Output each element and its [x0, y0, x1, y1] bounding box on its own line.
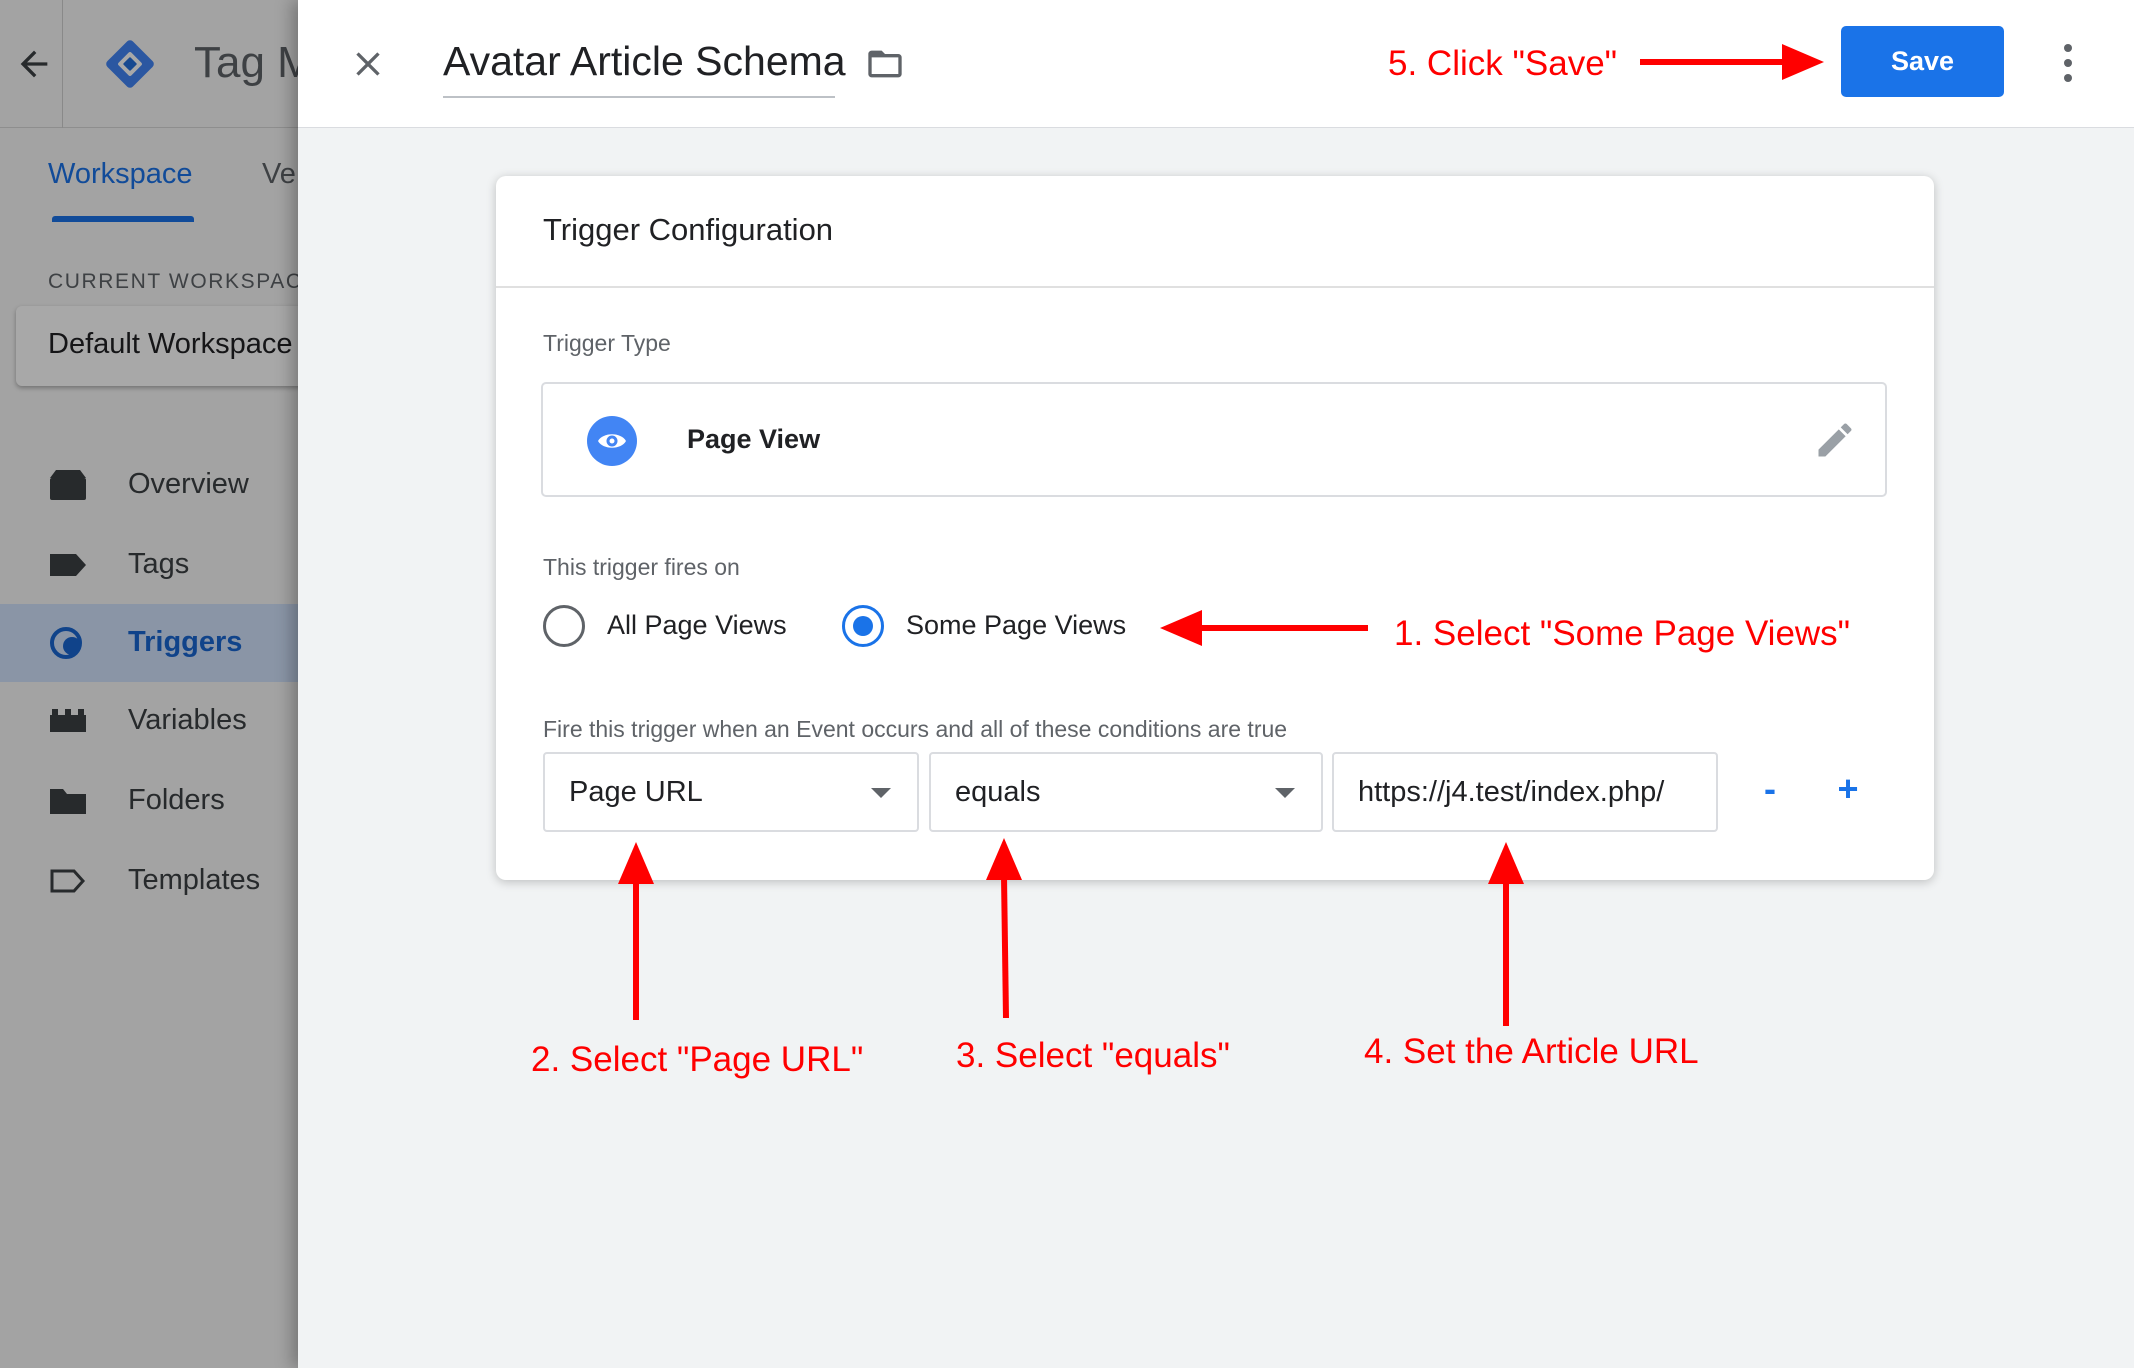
- annotation-step-3: 3. Select "equals": [956, 1036, 1230, 1075]
- trigger-type-label: Trigger Type: [543, 330, 671, 356]
- radio-all-page-views[interactable]: All Page Views: [543, 604, 793, 648]
- add-condition-button[interactable]: +: [1826, 766, 1870, 816]
- trigger-type-name: Page View: [687, 424, 821, 454]
- annotation-step-1: 1. Select "Some Page Views": [1394, 614, 1851, 653]
- radio-some-page-views[interactable]: Some Page Views: [842, 604, 1142, 648]
- trigger-configuration-card: Trigger Configuration Trigger Type Page …: [496, 176, 1934, 880]
- save-button[interactable]: Save: [1841, 26, 2004, 97]
- annotation-step-4: 4. Set the Article URL: [1364, 1032, 1699, 1071]
- page-view-eye-icon: [587, 416, 637, 466]
- fires-on-label: This trigger fires on: [543, 554, 740, 580]
- dropdown-arrow-icon: [871, 788, 891, 798]
- condition-value-text: https://j4.test/index.php/: [1358, 776, 1665, 808]
- trigger-name-underline: [443, 96, 835, 98]
- trigger-name[interactable]: Avatar Article Schema: [443, 38, 846, 85]
- pencil-edit-icon[interactable]: [1813, 418, 1857, 462]
- annotation-step-5: 5. Click "Save": [1388, 44, 1618, 83]
- condition-variable-select[interactable]: Page URL: [543, 752, 919, 832]
- editor-header: Avatar Article Schema Save: [298, 0, 2134, 128]
- more-vert-icon[interactable]: [2056, 40, 2080, 86]
- annotation-step-2: 2. Select "Page URL": [531, 1040, 864, 1079]
- dropdown-arrow-icon: [1275, 788, 1295, 798]
- radio-label: All Page Views: [607, 610, 787, 640]
- card-divider: [496, 286, 1934, 288]
- close-icon[interactable]: [348, 44, 388, 84]
- condition-variable-value: Page URL: [569, 776, 703, 808]
- card-title: Trigger Configuration: [543, 212, 834, 247]
- radio-unchecked-icon: [543, 605, 585, 647]
- folder-icon[interactable]: [864, 44, 906, 84]
- condition-value-input[interactable]: https://j4.test/index.php/: [1332, 752, 1718, 832]
- trigger-type-selector[interactable]: Page View: [541, 382, 1887, 497]
- radio-checked-icon: [842, 605, 884, 647]
- radio-label: Some Page Views: [906, 610, 1127, 640]
- remove-condition-button[interactable]: -: [1748, 766, 1792, 816]
- condition-label: Fire this trigger when an Event occurs a…: [543, 716, 1288, 742]
- trigger-editor-panel: Avatar Article Schema Save Trigger Confi…: [298, 0, 2134, 1368]
- condition-operator-value: equals: [955, 776, 1041, 808]
- radio-dot: [853, 616, 873, 636]
- condition-operator-select[interactable]: equals: [929, 752, 1323, 832]
- dim-overlay: [0, 0, 298, 1368]
